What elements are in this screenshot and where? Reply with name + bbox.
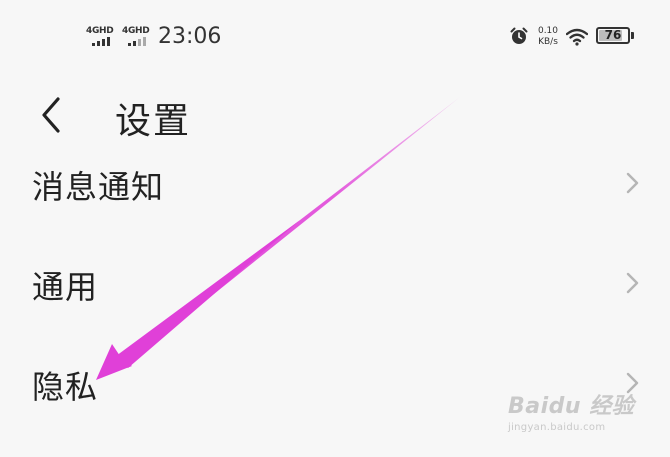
- menu-item-general[interactable]: 通用: [0, 234, 670, 334]
- network-speed-value: 0.10: [537, 26, 559, 36]
- signal-icon: [92, 37, 114, 46]
- watermark-logo-text: Baidu 经验: [508, 394, 635, 419]
- chevron-right-icon: [626, 272, 639, 294]
- wifi-icon: [566, 28, 588, 46]
- battery-level-text: 76: [604, 28, 622, 42]
- signal-1-label: 4GHD: [86, 26, 114, 36]
- battery-cap: [631, 32, 634, 39]
- menu-item-label: 通用: [32, 268, 99, 306]
- alarm-clock-icon: [510, 27, 528, 44]
- back-button[interactable]: [30, 90, 76, 140]
- menu-item-label: 消息通知: [32, 168, 165, 206]
- menu-item-notifications[interactable]: 消息通知: [0, 134, 670, 234]
- watermark-url: jingyan.baidu.com: [508, 422, 606, 433]
- battery-icon: 76: [596, 27, 630, 44]
- network-speed-unit: KB/s: [538, 37, 558, 47]
- chevron-left-icon: [42, 97, 60, 133]
- signal-2-indicator: 4GHD: [122, 26, 152, 48]
- chevron-right-icon: [626, 172, 639, 194]
- menu-item-label: 隐私: [32, 368, 99, 406]
- watermark: Baidu 经验 jingyan.baidu.com: [508, 388, 634, 433]
- status-time: 23:06: [158, 24, 222, 49]
- signal-1-indicator: 4GHD: [86, 26, 116, 48]
- signal-2-label: 4GHD: [122, 26, 150, 36]
- status-bar: 4GHD 4GHD 23:06 0.10 KB/s 76: [0, 0, 670, 74]
- signal-icon: [128, 37, 150, 46]
- network-speed: 0.10 KB/s: [534, 26, 562, 48]
